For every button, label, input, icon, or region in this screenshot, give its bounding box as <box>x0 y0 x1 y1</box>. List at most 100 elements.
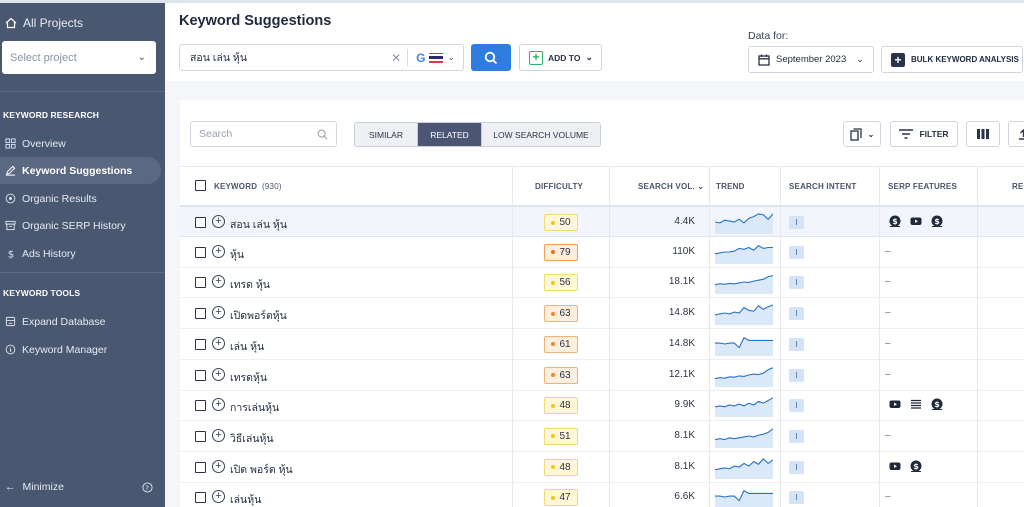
table-row[interactable]: + เทรด หุ้น 56 18.1K I – <box>180 267 1024 299</box>
add-keyword-icon[interactable]: + <box>212 398 225 412</box>
minimize-label: Minimize <box>22 481 64 493</box>
keyword-input[interactable]: สอน เล่น หุ้น ✕ G ⌄ <box>179 44 464 71</box>
plus-icon: + <box>529 50 543 65</box>
search-button[interactable] <box>471 44 511 71</box>
table-row[interactable]: + วิธีเล่นหุ้น 51 8.1K I – <box>180 421 1024 452</box>
column-partial[interactable]: RE <box>1012 182 1024 191</box>
trend-sparkline <box>715 336 773 356</box>
add-keyword-icon[interactable]: + <box>212 367 225 381</box>
table-row[interactable]: + หุ้น 79 110K I – <box>180 237 1024 268</box>
keyword-text[interactable]: เปิดพอร์ตหุ้น <box>230 307 287 324</box>
search-volume: 14.8K <box>668 337 695 349</box>
row-checkbox[interactable] <box>195 246 206 258</box>
columns-button[interactable] <box>966 121 1000 147</box>
row-checkbox[interactable] <box>195 277 206 289</box>
project-select[interactable]: Select project ⌄ <box>2 41 156 74</box>
close-icon[interactable]: ✕ <box>385 51 407 65</box>
table-row[interactable]: + การเล่นหุ้น 48 9.9K I $ <box>180 390 1024 422</box>
column-keyword[interactable]: KEYWORD (930) <box>214 182 282 191</box>
difficulty-value: 63 <box>559 369 571 381</box>
keyword-text[interactable]: เล่น หุ้น <box>230 338 264 355</box>
add-keyword-icon[interactable]: + <box>212 428 225 442</box>
row-checkbox[interactable] <box>195 492 206 504</box>
keyword-text[interactable]: เทรดหุ้น <box>230 369 267 386</box>
youtube-icon <box>889 462 901 470</box>
sidebar-item-label: Organic Results <box>22 192 97 205</box>
select-all-checkbox[interactable] <box>195 180 206 191</box>
keyword-input-value[interactable]: สอน เล่น หุ้น <box>180 49 385 66</box>
table-row[interactable]: + เล่นหุ้น 47 6.6K I – <box>180 482 1024 507</box>
table-row[interactable]: + สอน เล่น หุ้น 50 4.4K I $ $ <box>180 206 1024 237</box>
row-checkbox[interactable] <box>195 461 206 473</box>
sidebar-item-overview[interactable]: Overview <box>0 130 161 157</box>
tab-similar[interactable]: SIMILAR <box>355 123 418 146</box>
column-difficulty[interactable]: DIFFICULTY <box>535 182 583 191</box>
row-checkbox[interactable] <box>195 430 206 442</box>
column-serp-features[interactable]: SERP FEATURES <box>888 182 957 191</box>
minimize-sidebar[interactable]: ← Minimize ? <box>5 481 153 493</box>
add-keyword-icon[interactable]: + <box>212 490 225 504</box>
add-keyword-icon[interactable]: + <box>212 306 225 320</box>
row-checkbox[interactable] <box>195 400 206 412</box>
row-checkbox[interactable] <box>195 217 206 228</box>
keyword-text[interactable]: สอน เล่น หุ้น <box>230 216 287 233</box>
table-row[interactable]: + เทรดหุ้น 63 12.1K I – <box>180 360 1024 391</box>
column-trend[interactable]: TREND <box>716 182 745 191</box>
add-to-label: ADD TO <box>548 52 581 63</box>
add-keyword-icon[interactable]: + <box>212 459 225 473</box>
copy-button[interactable]: ⌄ <box>843 121 881 147</box>
page-title: Keyword Suggestions <box>179 13 332 29</box>
column-search-volume[interactable]: SEARCH VOL. ⌄ <box>638 182 704 191</box>
difficulty-dot <box>551 434 556 439</box>
table-row[interactable]: + เปิดพอร์ตหุ้น 63 14.8K I – <box>180 298 1024 330</box>
location-select[interactable]: G ⌄ <box>408 51 463 65</box>
sidebar-item-keyword-manager[interactable]: Keyword Manager <box>0 336 161 363</box>
all-projects-link[interactable]: All Projects <box>0 3 165 43</box>
column-divider <box>512 166 513 507</box>
add-to-button[interactable]: + ADD TO ⌄ <box>519 44 602 71</box>
bulk-keyword-analysis-button[interactable]: + BULK KEYWORD ANALYSIS <box>881 46 1023 73</box>
keyword-text[interactable]: การเล่นหุ้น <box>230 399 279 416</box>
column-search-intent[interactable]: SEARCH INTENT <box>789 182 857 191</box>
keyword-text[interactable]: เปิด พอร์ต หุ้น <box>230 461 293 478</box>
intent-badge: I <box>789 216 804 229</box>
sidebar-item-organic-serp-history[interactable]: Organic SERP History <box>0 212 161 239</box>
sidebar-item-expand-database[interactable]: Expand Database <box>0 308 161 335</box>
sidebar-item-ads-history[interactable]: $ Ads History <box>0 240 161 267</box>
difficulty-dot <box>551 495 556 500</box>
sidebar-divider <box>0 272 165 273</box>
sidebar-item-label: Keyword Suggestions <box>22 164 133 177</box>
table-row[interactable]: + เล่น หุ้น 61 14.8K I – <box>180 329 1024 360</box>
chevron-down-icon: ⌄ <box>447 52 455 62</box>
info-circle-icon <box>5 344 16 355</box>
keyword-text[interactable]: วิธีเล่นหุ้น <box>230 430 274 447</box>
sidebar-item-organic-results[interactable]: Organic Results <box>0 185 161 212</box>
month-select[interactable]: September 2023 ⌄ <box>748 46 874 73</box>
export-button[interactable] <box>1008 121 1024 147</box>
row-checkbox[interactable] <box>195 338 206 350</box>
svg-text:$: $ <box>934 400 940 409</box>
add-keyword-icon[interactable]: + <box>212 215 225 228</box>
chevron-down-icon: ⌄ <box>137 52 146 63</box>
serp-features: $ <box>889 398 943 411</box>
chevron-down-icon: ⌄ <box>856 54 864 64</box>
tab-low-search-volume[interactable]: LOW SEARCH VOLUME <box>482 123 600 146</box>
svg-text:$: $ <box>8 250 14 259</box>
tab-related[interactable]: RELATED <box>418 123 482 146</box>
chevron-down-icon: ⌄ <box>585 52 593 62</box>
table-row[interactable]: + เปิด พอร์ต หุ้น 48 8.1K I $ <box>180 452 1024 483</box>
filter-button[interactable]: FILTER <box>890 121 958 147</box>
table-search-input[interactable]: Search <box>190 121 337 147</box>
row-checkbox[interactable] <box>195 369 206 381</box>
row-checkbox[interactable] <box>195 308 206 320</box>
svg-text:?: ? <box>145 484 149 492</box>
keyword-text[interactable]: เล่นหุ้น <box>230 491 261 507</box>
add-keyword-icon[interactable]: + <box>212 244 225 258</box>
help-icon[interactable]: ? <box>142 481 153 493</box>
sidebar-item-keyword-suggestions[interactable]: Keyword Suggestions <box>0 157 161 184</box>
calendar-icon <box>758 54 770 66</box>
add-keyword-icon[interactable]: + <box>212 275 225 289</box>
keyword-text[interactable]: เทรด หุ้น <box>230 276 270 293</box>
add-keyword-icon[interactable]: + <box>212 336 225 350</box>
keyword-text[interactable]: หุ้น <box>230 246 244 263</box>
